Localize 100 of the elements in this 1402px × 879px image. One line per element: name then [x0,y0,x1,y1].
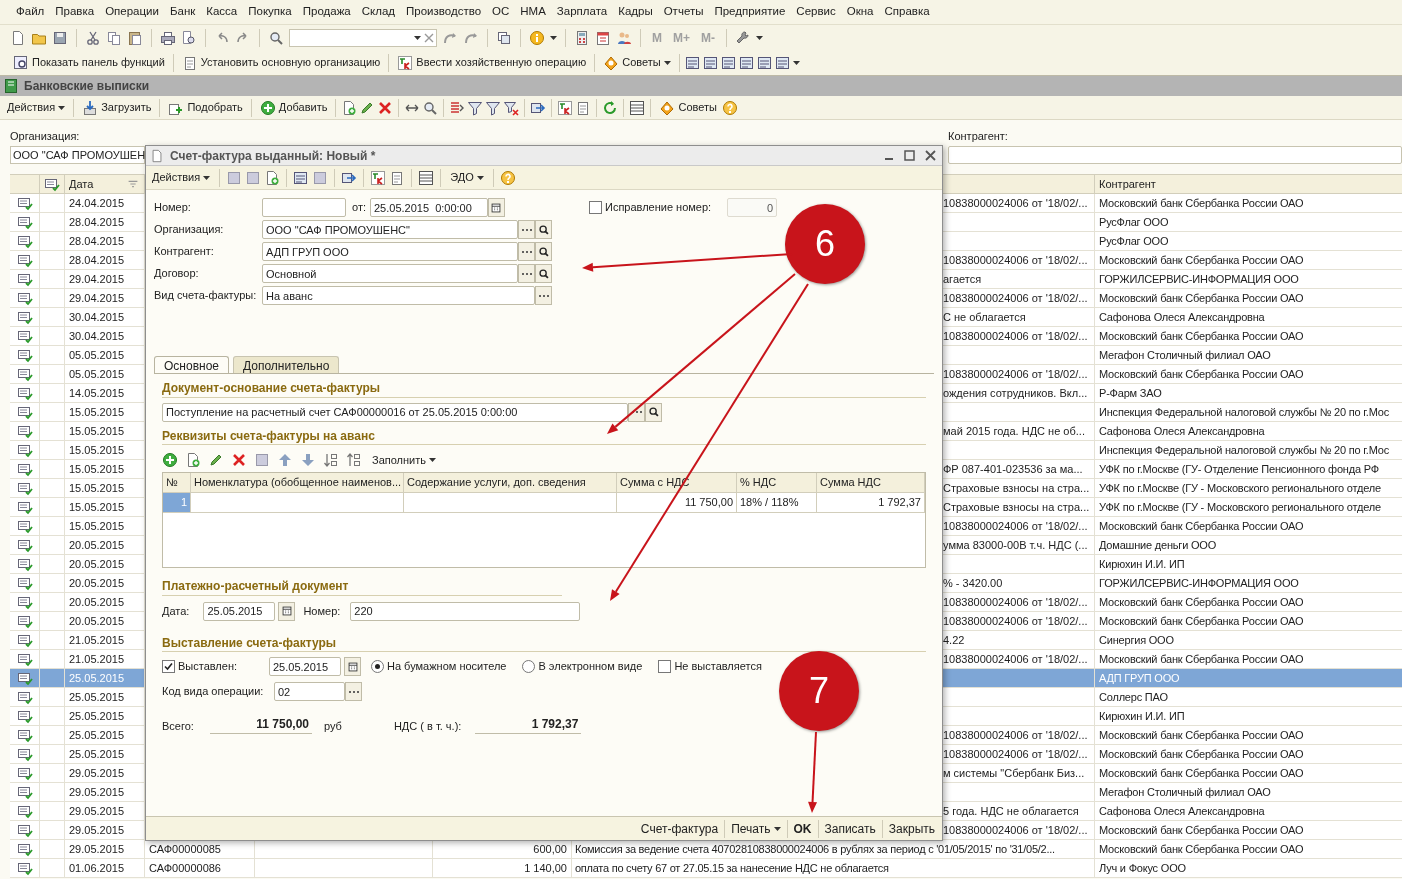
clear-icon[interactable] [424,32,434,43]
menu-item[interactable]: ОС [492,3,510,21]
report-sheet-icon[interactable] [738,54,755,71]
footer-button[interactable]: OK [790,819,815,838]
date-field[interactable]: 25.05.2015 [269,657,341,676]
column-header[interactable]: Дата [69,175,94,193]
input-field[interactable]: Основной [262,264,518,283]
menu-item[interactable]: Сервис [796,3,836,21]
maximize-icon[interactable] [904,150,915,161]
radio-button[interactable] [371,660,384,673]
help-icon[interactable] [721,99,738,116]
footer-button[interactable]: Печать [728,819,784,838]
select-button[interactable] [535,286,552,305]
funnel-cross-icon[interactable] [503,99,520,116]
sort-ascending-icon[interactable] [323,452,339,468]
checkbox[interactable] [589,201,602,214]
toolbar-button[interactable]: Заполнить [369,450,439,470]
menu-item[interactable]: Предприятие [714,3,786,21]
scissors-icon[interactable] [85,29,101,46]
select-button[interactable] [518,242,535,261]
checkbox[interactable] [658,660,672,673]
toolbar-button[interactable]: Добавить [256,97,331,118]
column-header[interactable]: Контрагент [1099,175,1156,193]
report-sheet-icon[interactable] [720,54,737,71]
footer-button[interactable]: Записать [821,819,879,838]
calendar-icon[interactable] [595,29,611,46]
blank-square-icon[interactable] [245,169,262,186]
funnel-icon[interactable] [485,99,502,116]
up-arrow-icon[interactable] [277,452,293,468]
search-button[interactable] [535,220,552,239]
info-icon[interactable] [529,29,545,46]
blank-square-icon[interactable] [254,452,270,468]
column-header[interactable]: % НДС [740,476,777,488]
list-arrow-icon[interactable] [449,99,466,116]
report-sheet-icon[interactable] [702,54,719,71]
search-icon[interactable] [268,29,284,46]
table-row[interactable]: 01.06.2015 САФ00000086 1 140,00 оплата по счету 67 от 27.05.15 за нанесение НДС не облагается Луч и Фокус ООО [10,859,1402,878]
rows-icon[interactable] [418,169,435,186]
toolbar-button[interactable]: Показать панель функций [10,52,168,73]
menu-item[interactable]: Окна [846,3,874,21]
menu-item[interactable]: Производство [406,3,482,21]
date-field[interactable]: 25.05.2015 [203,601,276,621]
search-button[interactable] [645,402,662,422]
number-field[interactable]: 220 [350,601,581,621]
column-header[interactable]: Сумма НДС [820,476,881,488]
calendar-button[interactable] [278,601,296,621]
column-header[interactable]: № [166,476,178,488]
menu-item[interactable]: Кадры [618,3,653,21]
number-field[interactable] [262,198,346,217]
input-field[interactable]: АДП ГРУП ООО [262,242,518,261]
down-arrow-icon[interactable] [300,452,316,468]
tab[interactable]: Дополнительно [233,356,340,373]
debit-credit-icon[interactable] [370,169,387,186]
plus-circle-icon[interactable] [162,452,178,468]
printer-icon[interactable] [160,29,176,46]
toolbar-button[interactable]: ЭДО [447,167,487,188]
menu-item[interactable]: Правка [55,3,95,21]
refresh-icon[interactable] [602,99,619,116]
sort-descending-icon[interactable] [346,452,362,468]
date-field[interactable]: 25.05.2015 0:00:00 [370,198,488,217]
radio-button[interactable] [522,660,536,673]
toolbar-button[interactable]: Установить основную организацию [178,52,384,73]
footer-button[interactable]: Закрыть [885,819,938,838]
report-sheet-icon[interactable] [774,54,791,71]
clipboard-icon[interactable] [127,29,143,46]
menu-item[interactable]: Покупка [248,3,292,21]
document-icon[interactable] [10,29,26,46]
search-icon[interactable] [422,99,439,116]
menu-item[interactable]: Операции [105,3,159,21]
footer-button[interactable]: Счет-фактура [637,819,722,838]
input-field[interactable]: ООО "САФ ПРОМОУШЕНС" [262,220,518,239]
checkbox[interactable] [162,660,175,673]
document-plus-icon[interactable] [264,169,281,186]
select-button[interactable] [518,220,535,239]
menu-item[interactable]: Файл [16,3,45,21]
report-sheet-icon[interactable] [293,169,310,186]
menu-item[interactable]: Банк [169,3,196,21]
cross-icon[interactable] [377,99,394,116]
tab[interactable]: Основное [154,356,229,373]
menu-item[interactable]: НМА [520,3,546,21]
table-row[interactable]: 29.05.2015 САФ00000085 600,00 Комиссия за ведение счета 40702810838000024006 в рублях за период с '01/05/2015' по '31/05/2... Московский банк Сбербанка России ОАО [10,840,1402,859]
wrench-icon[interactable] [735,29,751,46]
select-button[interactable] [345,682,362,701]
menu-item[interactable]: Отчеты [663,3,704,21]
debit-credit-icon[interactable] [557,99,574,116]
pencil-icon[interactable] [208,452,224,468]
calendar-button[interactable] [488,198,505,217]
basis-document-field[interactable]: Поступление на расчетный счет САФ00000016 от 25.05.2015 0:00:00 [162,402,628,422]
cross-icon[interactable] [231,452,247,468]
toolbar-button[interactable]: Действия [149,167,214,188]
menu-item[interactable]: Касса [206,3,238,21]
document-plus-icon[interactable] [185,452,201,468]
windows-icon[interactable] [496,29,512,46]
menu-item[interactable]: Зарплата [556,3,608,21]
column-header[interactable]: Номенклатура (обобщенное наименов... [194,476,402,488]
blank-square-icon[interactable] [226,169,243,186]
table-row[interactable]: 1 11 750,00 18% / 118% 1 792,37 [163,493,925,513]
select-button[interactable] [518,264,535,283]
help-icon[interactable] [499,169,516,186]
operation-code-field[interactable]: 02 [274,682,345,701]
